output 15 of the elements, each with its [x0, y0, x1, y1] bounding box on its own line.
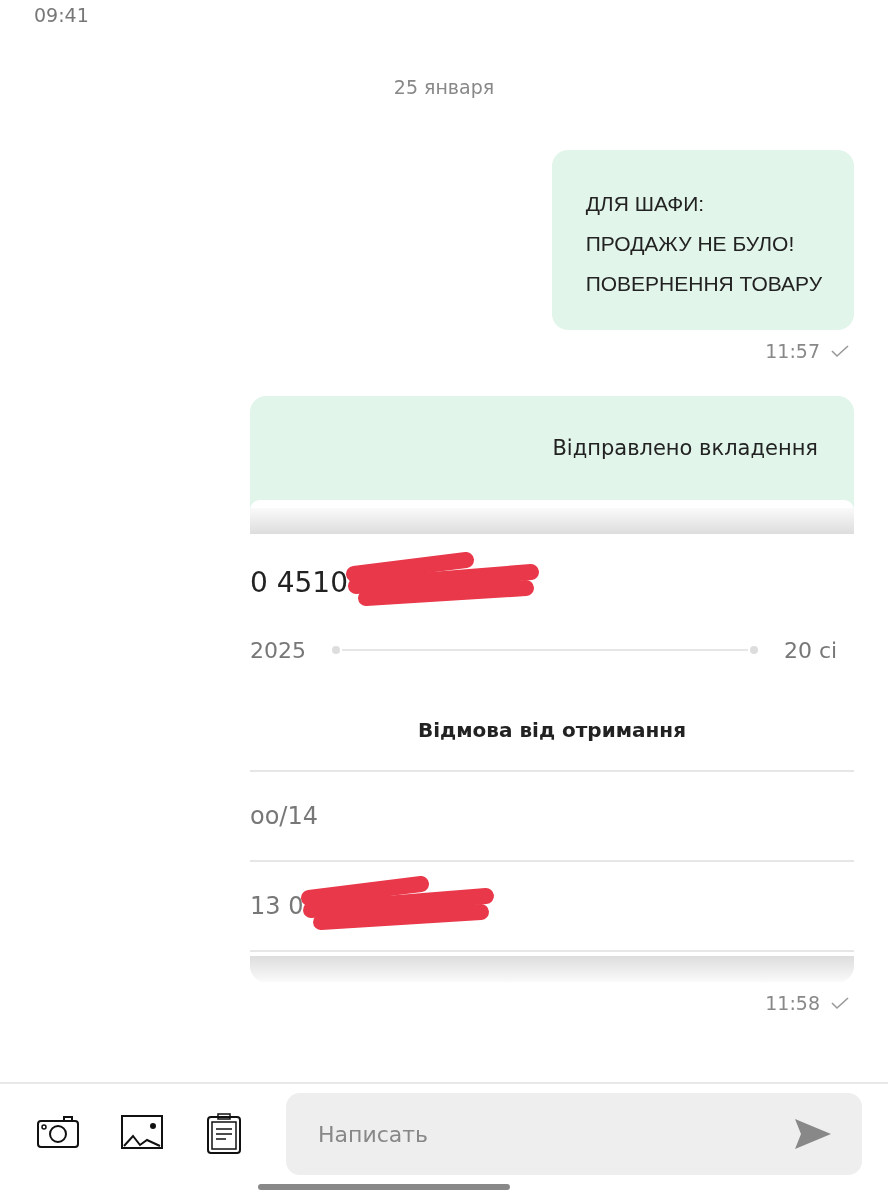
attachment-caption: Відправлено вкладення: [552, 436, 818, 460]
info-text: 13 0: [250, 892, 304, 920]
date-to: 20 сі: [784, 637, 838, 663]
status-time: 09:41: [34, 4, 89, 26]
message-text: ДЛЯ ШАФИ: ПРОДАЖУ НЕ БУЛО! ПОВЕРНЕННЯ ТОВАРУ: [585, 191, 822, 297]
message-time: 11:58: [765, 992, 820, 1014]
message-field[interactable]: Написать: [286, 1093, 862, 1175]
date-separator: 25 января: [393, 76, 495, 98]
attachment-screenshot[interactable]: 0 4510 2025 20 сі Відмова від отримання оо/14 13 0: [250, 500, 854, 982]
delivery-status: Відмова від отримання: [250, 670, 854, 772]
tracking-number: 0 4510: [250, 565, 348, 599]
info-text: оо/14: [250, 802, 318, 830]
date-from: 2025: [250, 637, 306, 663]
send-icon[interactable]: [794, 1118, 832, 1150]
message-time: 11:57: [765, 340, 820, 362]
